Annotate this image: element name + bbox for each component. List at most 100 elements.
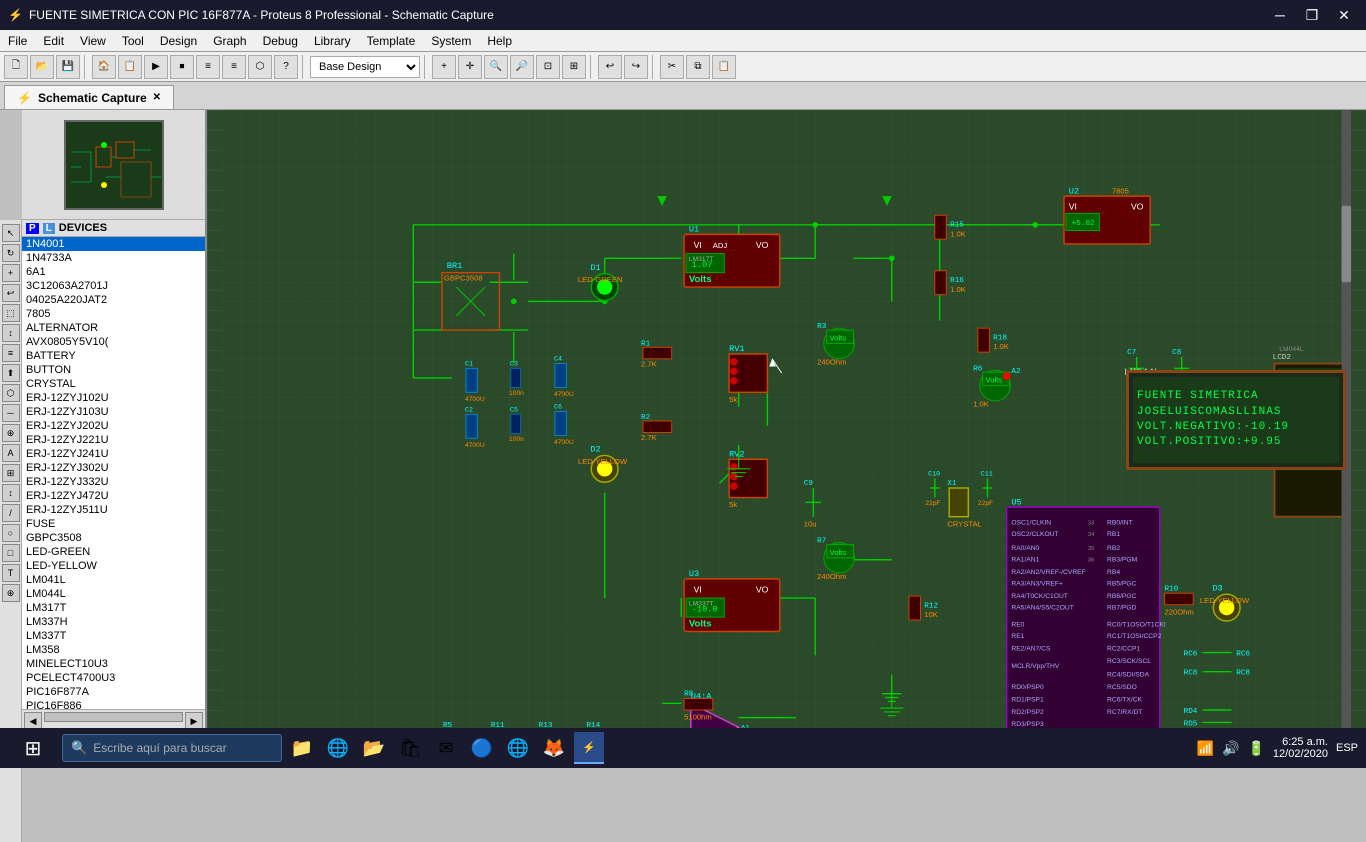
menu-system[interactable]: System [423,30,479,52]
menu-design[interactable]: Design [152,30,205,52]
device-item-alt[interactable]: ALTERNATOR [22,321,205,335]
menu-graph[interactable]: Graph [205,30,254,52]
rect-tool[interactable]: □ [2,544,20,562]
menu-file[interactable]: File [0,30,35,52]
device-item-led-yellow[interactable]: LED-YELLOW [22,559,205,573]
tb-lt6[interactable]: ↕ [2,324,20,342]
tb-btn4[interactable]: ⏹ [170,55,194,79]
tray-battery-icon[interactable]: 🔋 [1247,740,1264,757]
device-item-crystal[interactable]: CRYSTAL [22,377,205,391]
tb-plus[interactable]: + [432,55,456,79]
tray-sound-icon[interactable]: 🔊 [1222,740,1239,757]
p-mode-badge[interactable]: P [26,223,39,234]
circle-tool[interactable]: ○ [2,524,20,542]
device-item-6a1[interactable]: 6A1 [22,265,205,279]
tb-redo[interactable]: ↪ [624,55,648,79]
device-item-1n4001[interactable]: 1N4001 [22,237,205,251]
device-item-gbpc[interactable]: GBPC3508 [22,531,205,545]
new-button[interactable]: 🗋 [4,55,28,79]
tb-area[interactable]: ⊞ [562,55,586,79]
print-button[interactable]: 🏠 [92,55,116,79]
taskbar-app2[interactable]: 🦊 [538,732,570,764]
device-item-pcel[interactable]: PCELECT4700U3 [22,671,205,685]
tb-copy[interactable]: ⧉ [686,55,710,79]
line-tool[interactable]: / [2,504,20,522]
tab-schematic[interactable]: ⚡ Schematic Capture ✕ [4,85,174,109]
device-item-lm317[interactable]: LM317T [22,601,205,615]
menu-library[interactable]: Library [306,30,359,52]
l-mode-badge[interactable]: L [43,223,55,234]
menu-template[interactable]: Template [359,30,424,52]
tb-lt8[interactable]: ⬆ [2,364,20,382]
tb-zoom-in[interactable]: 🔍 [484,55,508,79]
tb-cut[interactable]: ✂ [660,55,684,79]
device-item-erj241[interactable]: ERJ-12ZYJ241U [22,447,205,461]
minimize-button[interactable]: ─ [1266,5,1294,25]
device-item-lm337t[interactable]: LM337T [22,629,205,643]
close-button[interactable]: ✕ [1330,5,1358,25]
device-item-fuse[interactable]: FUSE [22,517,205,531]
device-item-3c[interactable]: 3C12063A2701J [22,279,205,293]
device-item-battery[interactable]: BATTERY [22,349,205,363]
device-item-1n4733a[interactable]: 1N4733A [22,251,205,265]
taskbar-files[interactable]: 📂 [358,732,390,764]
tb-undo[interactable]: ↩ [598,55,622,79]
marker-tool[interactable]: ⊕ [2,584,20,602]
scrollbar-track[interactable] [44,712,183,722]
menu-tool[interactable]: Tool [114,30,152,52]
device-item-led-green[interactable]: LED-GREEN [22,545,205,559]
clock-area[interactable]: 6:25 a.m. 12/02/2020 [1273,736,1328,760]
power-tool[interactable]: ↕ [2,484,20,502]
device-item-erj103[interactable]: ERJ-12ZYJ103U [22,405,205,419]
tray-network-icon[interactable]: 📶 [1197,740,1214,757]
menu-view[interactable]: View [72,30,114,52]
taskbar-file-explorer[interactable]: 📁 [286,732,318,764]
device-item-lm044[interactable]: LM044L [22,587,205,601]
tb-btn3[interactable]: ▶ [144,55,168,79]
tb-fit[interactable]: ⊡ [536,55,560,79]
undo-tool[interactable]: ↩ [2,284,20,302]
device-item-erj102[interactable]: ERJ-12ZYJ102U [22,391,205,405]
device-item-erj472[interactable]: ERJ-12ZYJ472U [22,489,205,503]
tab-close-icon[interactable]: ✕ [153,92,161,103]
tb-paste[interactable]: 📋 [712,55,736,79]
move-tool[interactable]: + [2,264,20,282]
menu-edit[interactable]: Edit [35,30,72,52]
tb-btn5[interactable]: ≡ [196,55,220,79]
device-item-pic877[interactable]: PIC16F877A [22,685,205,699]
save-button[interactable]: 💾 [56,55,80,79]
device-item-lm041[interactable]: LM041L [22,573,205,587]
schematic-canvas[interactable]: BR1 GBPC3508 U1 VI VO ADJ Volts 1.07 LM3… [207,110,1366,732]
device-item-erj202[interactable]: ERJ-12ZYJ202U [22,419,205,433]
tb-btn2[interactable]: 📋 [118,55,142,79]
tb-btn7[interactable]: ⬡ [248,55,272,79]
wire-tool[interactable]: ─ [2,404,20,422]
text-tool[interactable]: T [2,564,20,582]
device-item-erj511[interactable]: ERJ-12ZYJ511U [22,503,205,517]
tb-cross[interactable]: ✛ [458,55,482,79]
taskbar-mail[interactable]: ✉ [430,732,462,764]
taskbar-store[interactable]: 🛍 [394,732,426,764]
rotate-tool[interactable]: ↻ [2,244,20,262]
device-item-04025[interactable]: 04025A220JAT2 [22,293,205,307]
label-tool[interactable]: A [2,444,20,462]
language-indicator[interactable]: ESP [1336,742,1358,754]
device-item-lm358[interactable]: LM358 [22,643,205,657]
device-item-7805[interactable]: 7805 [22,307,205,321]
search-box[interactable]: 🔍 Escribe aquí para buscar [62,734,282,762]
device-item-erj302[interactable]: ERJ-12ZYJ302U [22,461,205,475]
tb-btn6[interactable]: ≡ [222,55,246,79]
taskbar-app1[interactable]: 🔵 [466,732,498,764]
taskbar-chrome[interactable]: 🌐 [502,732,534,764]
help-tb-btn[interactable]: ? [274,55,298,79]
bus-tool[interactable]: ⊞ [2,464,20,482]
device-item-pic886[interactable]: PIC16F886 [22,699,205,709]
restore-button[interactable]: ❐ [1298,5,1326,25]
device-item-mine[interactable]: MINELECT10U3 [22,657,205,671]
tb-zoom-out[interactable]: 🔎 [510,55,534,79]
start-button[interactable]: ⊞ [8,732,58,764]
junction-tool[interactable]: ⊕ [2,424,20,442]
device-item-erj332[interactable]: ERJ-12ZYJ332U [22,475,205,489]
menu-debug[interactable]: Debug [255,30,306,52]
device-item-erj221[interactable]: ERJ-12ZYJ221U [22,433,205,447]
